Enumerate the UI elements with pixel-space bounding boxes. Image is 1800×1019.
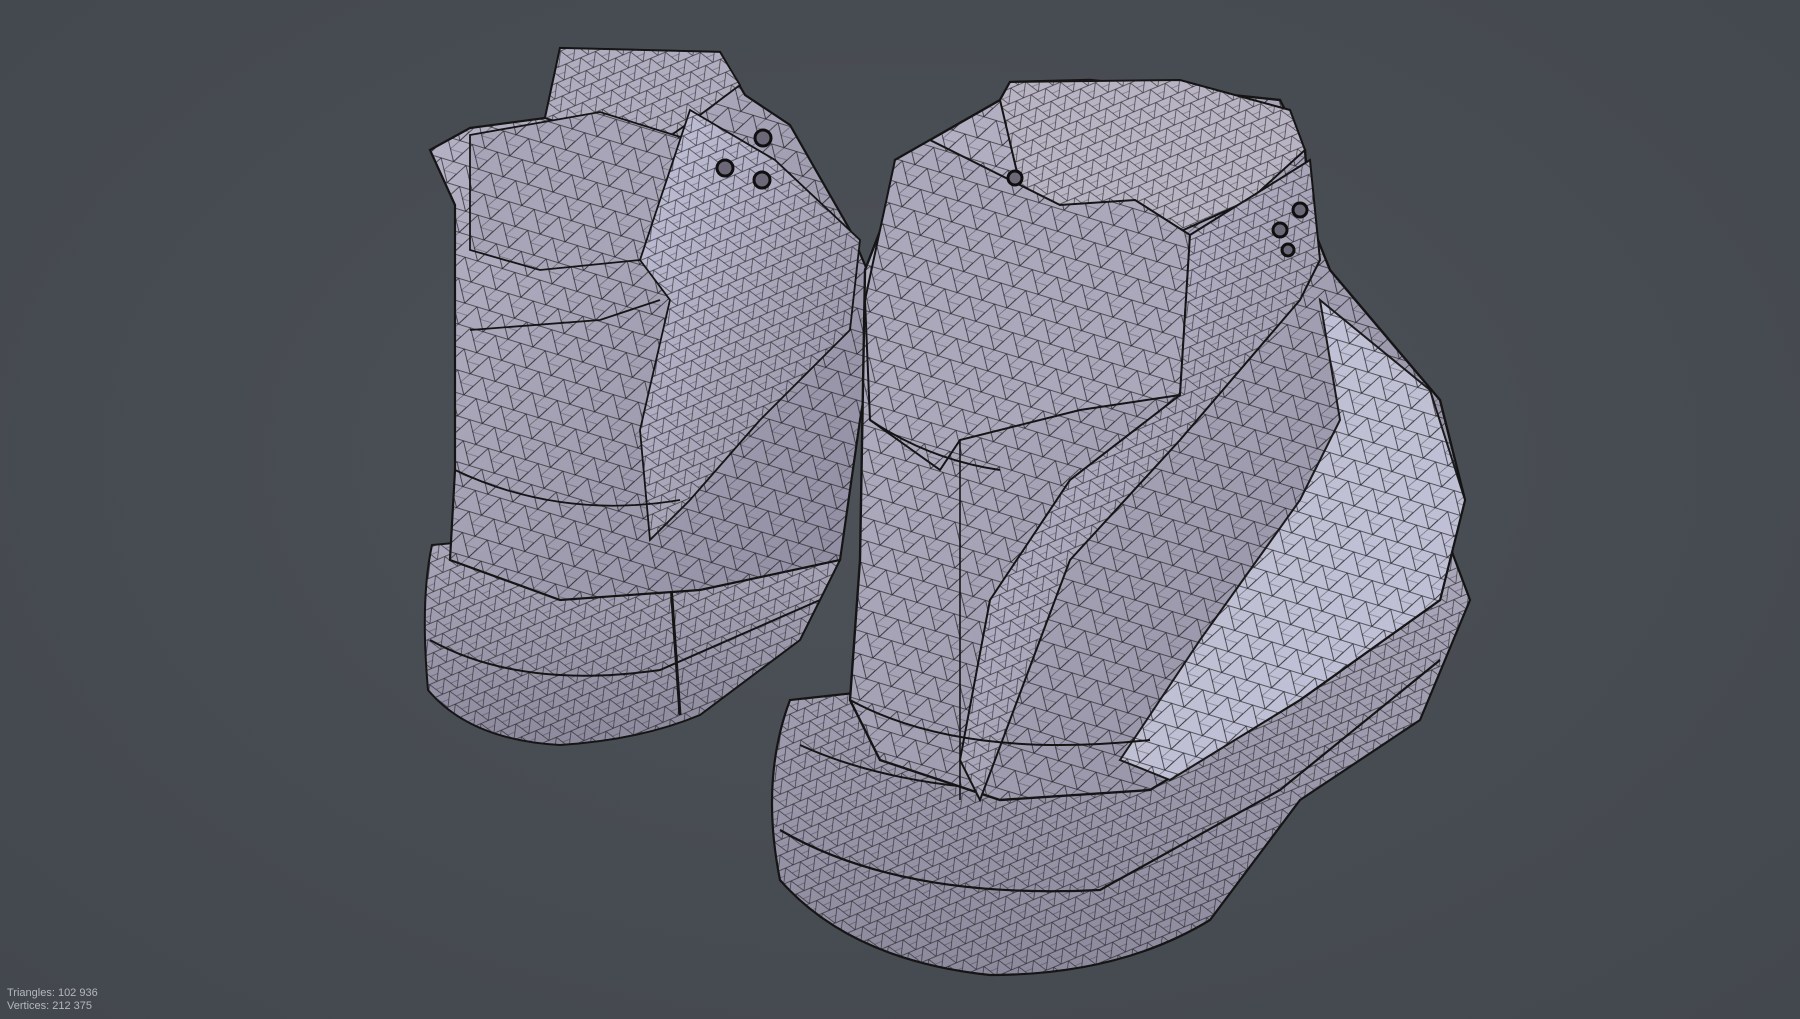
left-sneaker-mesh[interactable] bbox=[423, 46, 882, 747]
right-sneaker-mesh[interactable] bbox=[770, 78, 1472, 977]
mesh-statistics: Triangles: 102 936 Vertices: 212 375 bbox=[7, 987, 98, 1013]
triangle-count: Triangles: 102 936 bbox=[7, 987, 98, 999]
model-render[interactable] bbox=[0, 0, 1800, 1019]
vertex-count: Vertices: 212 375 bbox=[7, 1000, 93, 1012]
3d-viewport[interactable]: Triangles: 102 936 Vertices: 212 375 bbox=[0, 0, 1800, 1019]
